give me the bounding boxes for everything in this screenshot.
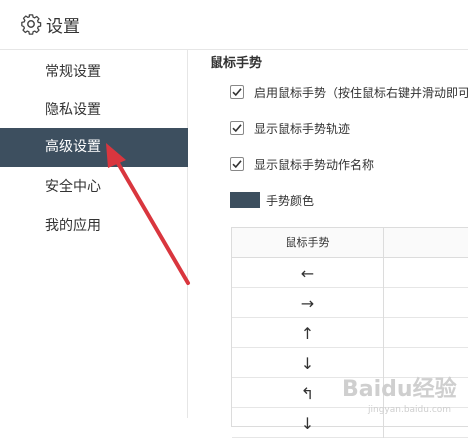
option-show-action-name[interactable]: 显示鼠标手势动作名称	[230, 155, 374, 173]
checkmark-icon	[232, 160, 242, 169]
table-row[interactable]: →	[232, 288, 468, 318]
option-show-trail[interactable]: 显示鼠标手势轨迹	[230, 119, 350, 137]
gesture-table: 鼠标手势 ← → ↑ ↓ ↰ ↓	[231, 227, 468, 438]
sidebar-item-security[interactable]: 安全中心	[0, 168, 188, 207]
sidebar-item-advanced[interactable]: 高级设置	[0, 128, 188, 167]
checkmark-icon	[232, 88, 242, 97]
enable-gesture-label: 启用鼠标手势（按住鼠标右键并滑动即可	[254, 85, 468, 100]
table-row[interactable]: ↑	[232, 318, 468, 348]
sidebar-item-privacy[interactable]: 隐私设置	[0, 91, 188, 130]
enable-gesture-checkbox[interactable]	[230, 85, 244, 99]
arrow-up-icon: ↑	[300, 323, 315, 343]
arrow-down-icon: ↓	[300, 353, 315, 373]
table-row[interactable]: ↓	[232, 348, 468, 378]
gesture-color-row: 手势颜色	[230, 192, 314, 208]
option-enable-gesture[interactable]: 启用鼠标手势（按住鼠标右键并滑动即可	[230, 83, 468, 101]
show-action-name-checkbox[interactable]	[230, 157, 244, 171]
arrow-left-icon: ←	[300, 263, 315, 283]
table-row[interactable]: ↰	[232, 378, 468, 408]
table-header-gesture: 鼠标手势	[232, 228, 384, 258]
page-title: 设置	[46, 17, 80, 37]
arrow-right-icon: →	[300, 293, 315, 313]
gear-icon	[21, 14, 42, 35]
sidebar-item-my-apps[interactable]: 我的应用	[0, 207, 188, 246]
gesture-color-swatch[interactable]	[230, 192, 260, 208]
gesture-color-label: 手势颜色	[266, 193, 315, 208]
settings-header: 设置	[0, 0, 468, 50]
arrow-up-left-turn-icon: ↰	[300, 383, 315, 403]
checkmark-icon	[232, 124, 242, 133]
show-trail-checkbox[interactable]	[230, 121, 244, 135]
table-header-action	[384, 228, 468, 258]
section-title-mouse-gesture: 鼠标手势	[210, 56, 263, 71]
settings-sidebar: 常规设置 隐私设置 高级设置 安全中心 我的应用	[0, 50, 188, 418]
sidebar-item-general[interactable]: 常规设置	[0, 53, 188, 92]
table-row[interactable]: ←	[232, 258, 468, 288]
arrow-down-icon: ↓	[300, 413, 315, 433]
table-row[interactable]: ↓	[232, 408, 468, 438]
show-action-name-label: 显示鼠标手势动作名称	[254, 157, 375, 172]
show-trail-label: 显示鼠标手势轨迹	[254, 121, 351, 136]
